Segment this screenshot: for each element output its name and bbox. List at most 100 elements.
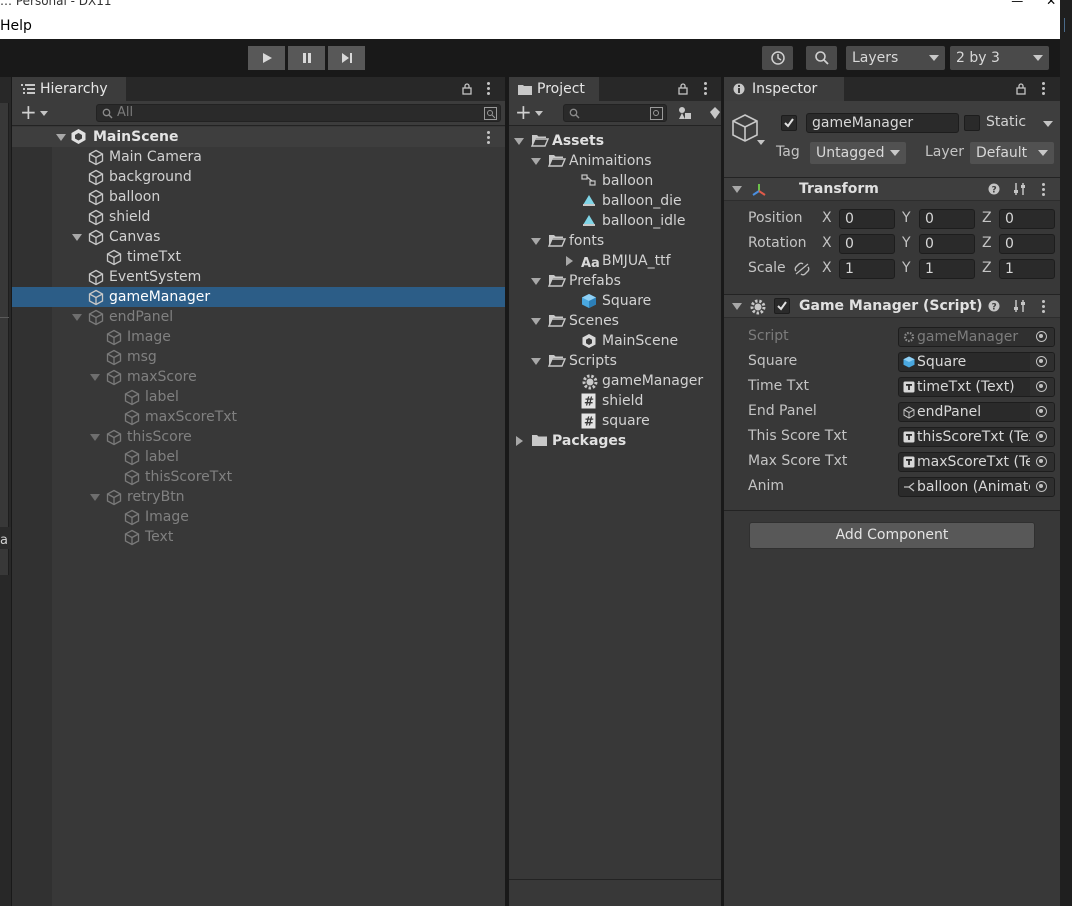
object-reference-field[interactable]: thisScoreTxt (Text) [898, 427, 1055, 447]
object-picker-icon[interactable] [1030, 403, 1054, 421]
lock-icon[interactable] [1016, 83, 1026, 95]
hierarchy-item[interactable]: EventSystem [12, 267, 505, 287]
chevron-down-icon[interactable] [90, 494, 100, 501]
transform-header[interactable]: Transform ? [724, 177, 1060, 201]
scene-search-icon[interactable] [650, 107, 663, 120]
history-button[interactable] [762, 46, 793, 70]
chevron-down-icon[interactable] [56, 134, 66, 141]
object-picker-icon[interactable] [1030, 453, 1054, 471]
hierarchy-item[interactable]: Text [12, 527, 505, 547]
help-icon[interactable]: ? [988, 300, 1000, 312]
hierarchy-item[interactable]: Image [12, 507, 505, 527]
filter-type-icon[interactable] [678, 106, 692, 120]
transform-z-input[interactable]: 0 [999, 234, 1055, 254]
project-item[interactable]: Scenes [509, 311, 721, 331]
hierarchy-item[interactable]: endPanel [12, 307, 505, 327]
project-search-input[interactable] [563, 104, 667, 122]
step-button[interactable] [328, 46, 365, 70]
kebab-menu-icon[interactable] [1042, 300, 1046, 315]
constrain-proportions-icon[interactable] [794, 262, 810, 276]
chevron-down-icon[interactable] [72, 314, 82, 321]
project-item[interactable]: # square [509, 411, 721, 431]
static-checkbox[interactable] [964, 115, 980, 131]
kebab-menu-icon[interactable] [487, 82, 491, 97]
tab-project[interactable]: Project [509, 77, 599, 101]
transform-x-input[interactable]: 1 [839, 259, 895, 279]
transform-x-input[interactable]: 0 [839, 209, 895, 229]
transform-x-input[interactable]: 0 [839, 234, 895, 254]
tab-hierarchy[interactable]: Hierarchy [12, 77, 126, 101]
chevron-down-icon[interactable] [531, 238, 541, 245]
hierarchy-item[interactable]: msg [12, 347, 505, 367]
play-button[interactable] [248, 46, 285, 70]
chevron-right-icon[interactable] [566, 256, 573, 266]
chevron-down-icon[interactable] [90, 374, 100, 381]
project-item[interactable]: Aa BMJUA_ttf [509, 251, 721, 271]
hierarchy-item[interactable]: Canvas [12, 227, 505, 247]
hierarchy-item[interactable]: maxScore [12, 367, 505, 387]
kebab-menu-icon[interactable] [487, 131, 491, 146]
script-component-header[interactable]: Game Manager (Script) ? [724, 294, 1060, 318]
project-item[interactable]: # shield [509, 391, 721, 411]
chevron-down-icon[interactable] [531, 278, 541, 285]
project-item[interactable]: Packages [509, 431, 721, 451]
object-picker-icon[interactable] [1030, 328, 1054, 346]
object-reference-field[interactable]: endPanel [898, 402, 1055, 422]
kebab-menu-icon[interactable] [1042, 82, 1046, 97]
object-reference-field[interactable]: Square [898, 352, 1055, 372]
chevron-down-icon[interactable] [514, 138, 524, 145]
layout-dropdown[interactable]: 2 by 3 [950, 46, 1049, 70]
hierarchy-item[interactable]: label [12, 447, 505, 467]
object-picker-icon[interactable] [1030, 353, 1054, 371]
add-component-button[interactable]: Add Component [749, 522, 1035, 549]
window-controls[interactable]: — ✕ [1011, 0, 1060, 8]
add-icon[interactable]: + [20, 100, 37, 124]
hierarchy-item[interactable]: Main Camera [12, 147, 505, 167]
hierarchy-item[interactable]: background [12, 167, 505, 187]
hierarchy-item[interactable]: thisScoreTxt [12, 467, 505, 487]
object-picker-icon[interactable] [1030, 428, 1054, 446]
project-item[interactable]: gameManager [509, 371, 721, 391]
project-item[interactable]: Scripts [509, 351, 721, 371]
project-item[interactable]: Prefabs [509, 271, 721, 291]
active-checkbox[interactable] [781, 115, 797, 131]
hierarchy-item[interactable]: Image [12, 327, 505, 347]
project-item[interactable]: Assets [509, 131, 721, 151]
chevron-down-icon[interactable] [757, 140, 765, 145]
hierarchy-item[interactable]: thisScore [12, 427, 505, 447]
transform-z-input[interactable]: 1 [999, 259, 1055, 279]
object-reference-field[interactable]: maxScoreTxt (Text) [898, 452, 1055, 472]
hierarchy-item[interactable]: shield [12, 207, 505, 227]
help-icon[interactable]: ? [988, 183, 1000, 195]
object-reference-field[interactable]: balloon (Animator) [898, 477, 1055, 497]
project-item[interactable]: balloon_idle [509, 211, 721, 231]
hierarchy-item[interactable]: retryBtn [12, 487, 505, 507]
transform-y-input[interactable]: 0 [919, 234, 975, 254]
scene-row[interactable]: MainScene [12, 127, 505, 147]
object-picker-icon[interactable] [1030, 378, 1054, 396]
chevron-down-icon[interactable] [72, 234, 82, 241]
hierarchy-item[interactable]: timeTxt [12, 247, 505, 267]
project-item[interactable]: Square [509, 291, 721, 311]
hierarchy-item[interactable]: maxScoreTxt [12, 407, 505, 427]
hierarchy-search-input[interactable]: All [96, 104, 501, 122]
chevron-down-icon[interactable] [531, 358, 541, 365]
presets-icon[interactable] [1013, 299, 1027, 313]
presets-icon[interactable] [1013, 182, 1027, 196]
chevron-down-icon[interactable] [40, 111, 48, 116]
chevron-down-icon[interactable] [732, 186, 742, 193]
add-icon[interactable]: + [515, 100, 532, 124]
pause-button[interactable] [288, 46, 325, 70]
chevron-down-icon[interactable] [732, 303, 742, 310]
chevron-right-icon[interactable] [516, 436, 523, 446]
kebab-menu-icon[interactable] [1042, 183, 1046, 198]
tag-dropdown[interactable]: Untagged [810, 142, 906, 164]
project-item[interactable]: Animaitions [509, 151, 721, 171]
chevron-down-icon[interactable] [531, 158, 541, 165]
chevron-down-icon[interactable] [90, 434, 100, 441]
search-button[interactable] [806, 46, 837, 70]
label-tag-icon[interactable] [709, 106, 721, 120]
object-name-input[interactable]: gameManager [806, 113, 959, 133]
lock-icon[interactable] [678, 83, 688, 95]
script-enabled-checkbox[interactable] [774, 298, 790, 314]
